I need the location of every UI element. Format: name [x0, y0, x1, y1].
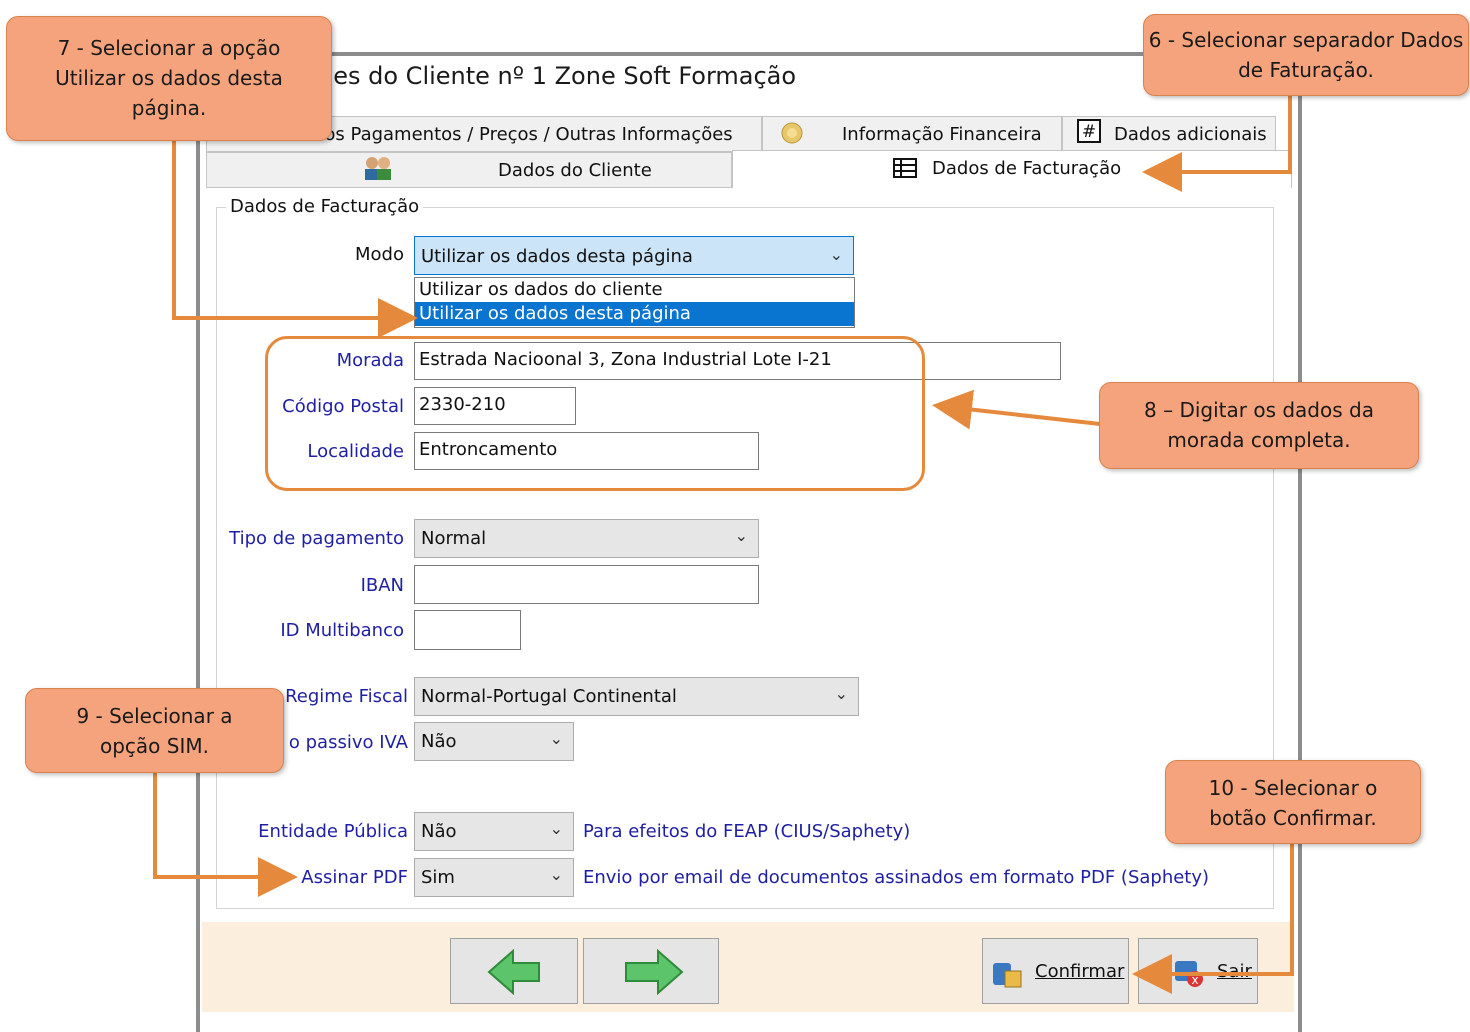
- arrow-7: [172, 140, 418, 338]
- arrow-6: [1142, 95, 1292, 192]
- callout-step-7: 7 - Selecionar a opção Utilizar os dados…: [6, 16, 332, 141]
- callout-step-8: 8 – Digitar os dados da morada completa.: [1099, 382, 1419, 469]
- arrow-8: [932, 389, 1101, 430]
- arrow-9: [153, 772, 298, 897]
- annotation-arrows: [153, 95, 1294, 994]
- callout-step-6: 6 - Selecionar separador Dados de Fatura…: [1143, 14, 1469, 96]
- callout-step-10: 10 - Selecionar o botão Confirmar.: [1165, 760, 1421, 844]
- arrow-10: [1132, 843, 1294, 994]
- callout-step-9: 9 - Selecionar a opção SIM.: [25, 688, 284, 773]
